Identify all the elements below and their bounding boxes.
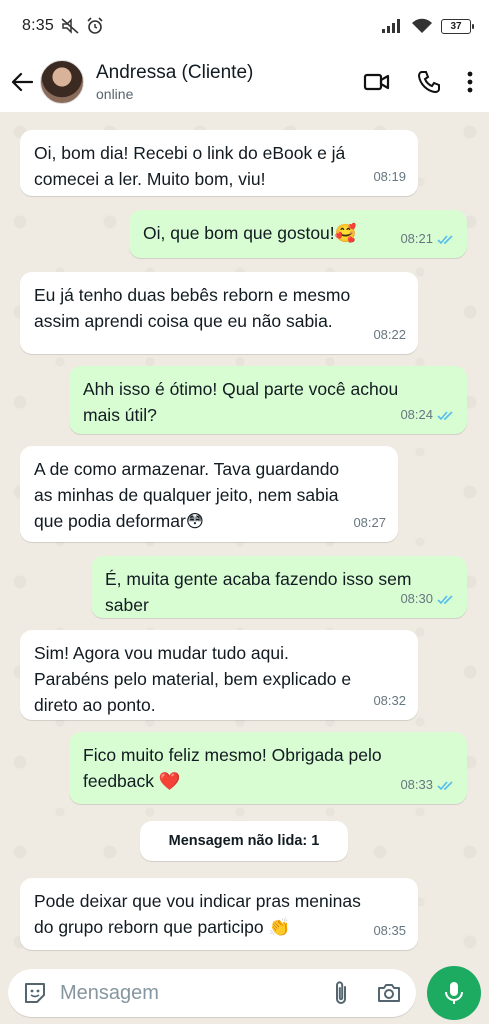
message-text-line: as minhas de qualquer jeito, nem sabia	[34, 485, 339, 505]
incoming-message[interactable]: Eu já tenho duas bebês reborn e mesmo as…	[20, 272, 418, 354]
message-composer	[0, 962, 489, 1024]
message-text-line: Parabéns pelo material, bem explicado e	[34, 669, 352, 689]
incoming-message[interactable]: Sim! Agora vou mudar tudo aqui. Parabéns…	[20, 630, 418, 720]
unread-messages-divider: Mensagem não lida: 1	[140, 821, 348, 861]
contact-presence: online	[96, 86, 134, 102]
status-bar: 8:35 37	[0, 0, 489, 52]
outgoing-message[interactable]: Oi, que bom que gostou!🥰 08:21	[129, 210, 467, 258]
wifi-icon	[412, 18, 432, 33]
battery-icon: 37	[441, 18, 474, 34]
incoming-message[interactable]: Pode deixar que vou indicar pras meninas…	[20, 878, 418, 950]
contact-name: Andressa (Cliente)	[96, 62, 254, 83]
message-text-line: direto ao ponto.	[34, 695, 156, 715]
outgoing-message[interactable]: Ahh isso é ótimo! Qual parte você achou …	[69, 366, 467, 434]
read-receipt-icon	[437, 594, 453, 604]
message-time: 08:35	[373, 923, 406, 938]
read-receipt-icon	[437, 234, 453, 244]
message-text-line: assim aprendi coisa que eu não sabia.	[34, 311, 333, 331]
message-input-container	[8, 969, 416, 1017]
message-text-line: comecei a ler. Muito bom, viu!	[34, 169, 266, 189]
message-time: 08:21	[400, 231, 433, 246]
back-arrow-icon[interactable]	[8, 68, 36, 96]
message-text-line: mais útil?	[83, 405, 157, 425]
message-text-line: Sim! Agora vou mudar tudo aqui.	[34, 643, 289, 663]
read-receipt-icon	[437, 410, 453, 420]
message-text-line: Fico muito feliz mesmo! Obrigada pelo	[83, 745, 382, 765]
avatar[interactable]	[40, 60, 84, 104]
status-time: 8:35	[22, 17, 54, 34]
message-input[interactable]	[60, 981, 332, 1005]
microphone-icon	[445, 982, 463, 1004]
message-text-line: feedback ❤️	[83, 771, 181, 791]
mute-notifications-icon	[61, 18, 79, 34]
sticker-icon[interactable]	[22, 980, 48, 1006]
camera-icon[interactable]	[376, 981, 402, 1005]
contact-info[interactable]: Andressa (Cliente) online	[96, 62, 253, 102]
more-options-icon[interactable]	[467, 71, 473, 93]
message-time: 08:24	[400, 407, 433, 422]
message-time: 08:27	[353, 515, 386, 530]
message-time: 08:30	[400, 591, 433, 606]
video-call-icon[interactable]	[363, 71, 391, 93]
outgoing-message[interactable]: É, muita gente acaba fazendo isso sem sa…	[91, 556, 467, 618]
read-receipt-icon	[437, 780, 453, 790]
message-text-line: Ahh isso é ótimo! Qual parte você achou	[83, 379, 399, 399]
message-text-line: Pode deixar que vou indicar pras meninas	[34, 891, 361, 911]
message-time: 08:19	[373, 169, 406, 184]
incoming-message[interactable]: Oi, bom dia! Recebi o link do eBook e já…	[20, 130, 418, 196]
chat-area[interactable]: Oi, bom dia! Recebi o link do eBook e já…	[0, 112, 489, 962]
message-text-line: Eu já tenho duas bebês reborn e mesmo	[34, 285, 351, 305]
alarm-icon	[87, 17, 103, 34]
message-time: 08:33	[400, 777, 433, 792]
message-text-line: que podia deformar😳	[34, 511, 205, 531]
message-time: 08:22	[373, 327, 406, 342]
voice-message-button[interactable]	[427, 966, 481, 1020]
voice-call-icon[interactable]	[417, 70, 441, 94]
message-text-line: A de como armazenar. Tava guardando	[34, 459, 340, 479]
outgoing-message[interactable]: Fico muito feliz mesmo! Obrigada pelo fe…	[69, 732, 467, 804]
chat-header: Andressa (Cliente) online	[0, 52, 489, 112]
message-time: 08:32	[373, 693, 406, 708]
message-text-line: Oi, bom dia! Recebi o link do eBook e já	[34, 143, 346, 163]
message-text-line: do grupo reborn que participo 👏	[34, 917, 291, 937]
signal-icon	[382, 19, 400, 33]
attach-icon[interactable]	[332, 979, 350, 1007]
incoming-message[interactable]: A de como armazenar. Tava guardando as m…	[20, 446, 398, 542]
